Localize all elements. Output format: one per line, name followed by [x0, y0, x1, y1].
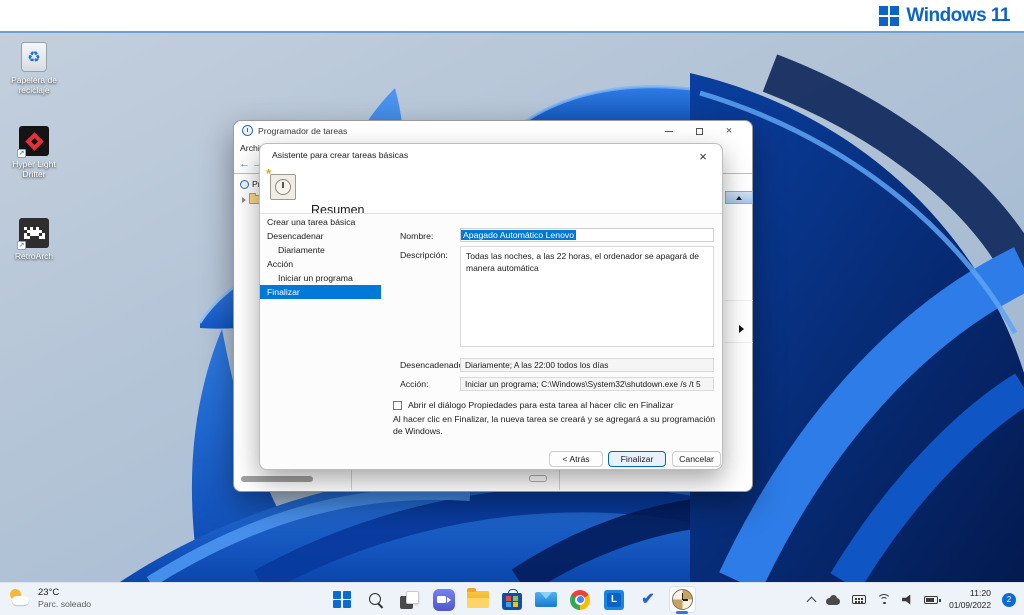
dialog-title: Asistente para crear tareas básicas	[272, 150, 409, 160]
clock-icon	[240, 179, 249, 189]
minimize-button[interactable]	[654, 121, 684, 141]
finish-button[interactable]: Finalizar	[608, 451, 666, 467]
action-label: Acción:	[400, 379, 429, 389]
close-icon[interactable]	[694, 147, 712, 165]
back-button[interactable]: < Atrás	[549, 451, 603, 467]
desktop-icon-hyper-light-drifter[interactable]: ↗ Hyper Light Drifter	[2, 126, 66, 179]
window-titlebar[interactable]: Programador de tareas	[234, 121, 752, 141]
back-arrow-icon[interactable]	[239, 158, 250, 170]
open-properties-checkbox[interactable]	[393, 401, 402, 410]
divider	[351, 469, 352, 490]
chat-button[interactable]	[431, 586, 458, 613]
windows-logo-icon	[879, 6, 900, 26]
microsoft-store-button[interactable]	[499, 586, 526, 613]
wizard-step-finalizar: Finalizar	[260, 285, 381, 299]
task-scheduler-icon	[242, 125, 253, 136]
description-field[interactable]: Todas las noches, a las 22 horas, el ord…	[460, 246, 714, 347]
todo-button[interactable]: ✔	[635, 586, 662, 613]
battery-icon[interactable]	[924, 595, 941, 604]
wizard-step-diariamente: Diariamente	[278, 245, 325, 255]
clock-widget[interactable]: 11:20 01/09/2022	[949, 588, 991, 610]
shortcut-arrow-icon: ↗	[17, 149, 26, 158]
recycle-bin-icon: ♻	[21, 42, 47, 72]
chrome-icon	[570, 589, 590, 610]
task-scheduler-taskbar-button[interactable]	[668, 586, 696, 614]
wizard-task-icon: *	[266, 166, 296, 200]
system-tray: 11:20 01/09/2022 2	[806, 583, 1016, 615]
chat-icon	[433, 588, 455, 611]
start-button[interactable]	[329, 586, 356, 613]
actions-pane-arrow-icon[interactable]	[739, 325, 744, 333]
start-icon	[333, 590, 351, 609]
file-explorer-button[interactable]	[465, 586, 492, 613]
l-app-button[interactable]: L	[601, 586, 628, 613]
brand-text: Windows 11	[906, 5, 1010, 26]
footer-note: Al hacer clic en Finalizar, la nueva tar…	[393, 414, 716, 437]
retroarch-icon: ↗	[17, 218, 49, 250]
name-label: Nombre:	[400, 231, 434, 241]
divider	[559, 469, 560, 490]
checkmark-icon: ✔	[641, 590, 655, 608]
trigger-field[interactable]: Diariamente; A las 22:00 todos los días	[460, 358, 714, 372]
tray-time: 11:20	[969, 588, 991, 599]
mail-button[interactable]	[533, 586, 560, 613]
scrollbar-up-button[interactable]	[725, 191, 753, 204]
cancel-button[interactable]: Cancelar	[672, 451, 721, 467]
trigger-label: Desencadenador:	[400, 360, 469, 370]
keyboard-icon[interactable]	[852, 595, 867, 604]
top-banner: Windows 11	[0, 0, 1024, 33]
window-title: Programador de tareas	[258, 126, 348, 136]
mail-icon	[535, 592, 557, 607]
task-view-button[interactable]	[397, 586, 424, 613]
chrome-button[interactable]	[567, 586, 594, 613]
wizard-dialog: Asistente para crear tareas básicas * Re…	[259, 143, 723, 470]
action-field[interactable]: Iniciar un programa; C:\Windows\System32…	[460, 377, 714, 391]
search-icon	[367, 591, 385, 609]
divider	[725, 342, 753, 343]
l-app-icon: L	[604, 589, 624, 610]
desktop-icon-recycle-bin[interactable]: ♻ Papelera de reciclaje	[2, 42, 66, 95]
dialog-header: * Resumen	[260, 166, 722, 217]
close-button[interactable]	[714, 121, 744, 141]
wizard-step-desencadenar: Desencadenar	[267, 231, 324, 241]
checkbox-label: Abrir el diálogo Propiedades para esta t…	[408, 400, 674, 410]
divider	[725, 300, 753, 301]
desktop-icon-label: Hyper Light Drifter	[12, 159, 56, 180]
onedrive-cloud-icon[interactable]	[826, 594, 841, 605]
desktop: ♻ Papelera de reciclaje ↗ Hyper Light Dr…	[0, 33, 1024, 582]
taskbar: 23°C Parc. soleado L ✔ 11:20 01/09/2022 …	[0, 582, 1024, 615]
desktop-icon-retroarch[interactable]: ↗ RetroArch	[2, 218, 66, 261]
microsoft-store-icon	[502, 588, 522, 610]
task-view-icon	[400, 590, 420, 610]
desktop-icon-label: RetroArch	[14, 251, 54, 261]
speaker-icon[interactable]	[902, 594, 911, 605]
windows11-brand: Windows 11	[879, 5, 1010, 27]
notification-badge[interactable]: 2	[1002, 592, 1016, 607]
wizard-step-iniciar-programa: Iniciar un programa	[278, 273, 353, 283]
scrollbar-element[interactable]	[529, 475, 547, 482]
task-scheduler-icon	[671, 589, 693, 610]
hyper-light-drifter-icon: ↗	[17, 126, 49, 158]
screen: Windows 11 ♻ Papelera de reciclaje ↗ Hyp…	[0, 0, 1024, 615]
description-label: Descripción:	[400, 250, 448, 260]
shortcut-arrow-icon: ↗	[17, 241, 26, 250]
name-field[interactable]: Apagado Automático Lenovo	[460, 228, 714, 242]
horizontal-scrollbar-thumb[interactable]	[241, 476, 313, 482]
search-button[interactable]	[363, 586, 390, 613]
active-app-indicator	[676, 611, 688, 614]
wizard-step-accion: Acción	[267, 259, 294, 269]
name-value-selected: Apagado Automático Lenovo	[461, 230, 577, 240]
dialog-body: Crear una tarea básica Desencadenar Diar…	[260, 213, 722, 469]
wifi-icon[interactable]	[877, 594, 892, 605]
expander-icon[interactable]	[242, 196, 246, 203]
wizard-step-crear: Crear una tarea básica	[267, 217, 356, 227]
desktop-icon-label: Papelera de reciclaje	[11, 75, 57, 96]
tray-date: 01/09/2022	[949, 599, 991, 610]
maximize-button[interactable]	[684, 121, 714, 141]
file-explorer-icon	[467, 588, 489, 608]
tray-chevron-icon[interactable]	[806, 596, 817, 606]
